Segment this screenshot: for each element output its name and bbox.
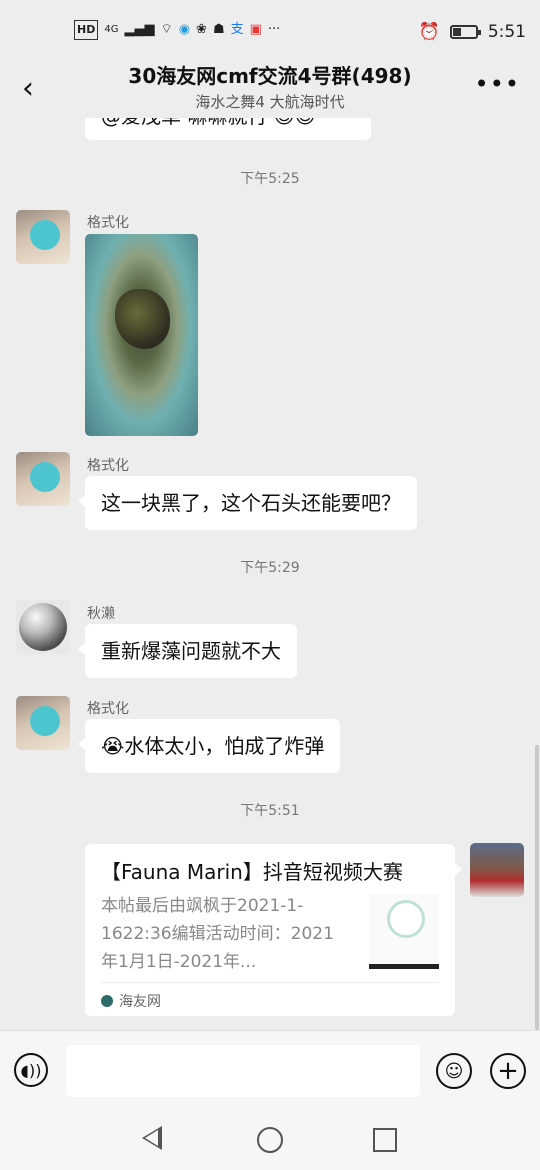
more-button[interactable]: ••• bbox=[475, 70, 520, 98]
chat-title: 30海友网cmf交流4号群(498) bbox=[128, 64, 412, 88]
system-nav-bar bbox=[0, 1110, 540, 1170]
timestamp: 下午5:51 bbox=[240, 803, 300, 819]
my-avatar[interactable] bbox=[470, 843, 524, 897]
network-label: 4G bbox=[104, 24, 119, 35]
card-divider bbox=[101, 982, 439, 983]
nav-recent-icon[interactable] bbox=[373, 1128, 397, 1152]
battery-icon bbox=[449, 25, 481, 39]
avatar[interactable] bbox=[16, 452, 70, 506]
sender-name: 秋濑 bbox=[87, 606, 115, 622]
message-text: @爱茂草 嘛嘛就行 😊😊 bbox=[101, 118, 315, 128]
avatar[interactable] bbox=[16, 696, 70, 750]
source-logo-icon bbox=[101, 995, 113, 1007]
message-input[interactable] bbox=[66, 1045, 420, 1097]
message-bubble[interactable]: 这一块黑了，这个石头还能要吧？ bbox=[78, 476, 417, 530]
emoji-button[interactable]: ☺ bbox=[436, 1053, 472, 1089]
nav-back-icon[interactable] bbox=[142, 1126, 162, 1150]
plus-icon: + bbox=[497, 1056, 519, 1086]
message-text: 这一块黑了，这个石头还能要吧？ bbox=[101, 491, 401, 515]
avatar[interactable] bbox=[16, 600, 70, 654]
message-text: 重新爆藻问题就不大 bbox=[101, 639, 281, 663]
message-bubble[interactable]: 重新爆藻问题就不大 bbox=[78, 624, 297, 678]
card-title: 【Fauna Marin】抖音短视频大赛 bbox=[101, 860, 403, 884]
message-bubble[interactable]: @爱茂草 嘛嘛就行 😊😊 bbox=[85, 118, 371, 140]
hd-label: HD bbox=[74, 20, 99, 40]
more-notifications-icon: ··· bbox=[267, 22, 281, 37]
plus-button[interactable]: + bbox=[490, 1053, 526, 1089]
wifi-icon: ⌔ bbox=[160, 22, 173, 37]
voice-button[interactable]: ◖)) bbox=[14, 1053, 48, 1087]
alipay-icon: 支 bbox=[230, 22, 244, 37]
status-left-icons: HD 4G ▂▄▆ ⌔ ◉ ❀ ☗ 支 ▣ ··· bbox=[74, 20, 280, 40]
chat-header: ‹ 30海友网cmf交流4号群(498) 海水之舞4 大航海时代 ••• bbox=[0, 58, 540, 118]
voice-icon: ◖)) bbox=[20, 1060, 42, 1080]
sender-name: 格式化 bbox=[87, 215, 129, 231]
avatar[interactable] bbox=[16, 210, 70, 264]
message-text: 😭水体太小，怕成了炸弹 bbox=[101, 734, 325, 758]
link-card[interactable]: 【Fauna Marin】抖音短视频大赛 本帖最后由飒枫于2021-1-1622… bbox=[85, 844, 462, 1016]
timestamp: 下午5:29 bbox=[240, 560, 300, 576]
message-image[interactable] bbox=[85, 234, 198, 436]
emoji-icon: ☺ bbox=[444, 1060, 464, 1082]
app-notification-icon: ❀ bbox=[196, 22, 207, 37]
status-bar: HD 4G ▂▄▆ ⌔ ◉ ❀ ☗ 支 ▣ ··· ⏰ 5:51 bbox=[0, 0, 540, 64]
card-description: 本帖最后由飒枫于2021-1-1622:36编辑活动时间：2021年1月1日-2… bbox=[101, 896, 334, 972]
clock: 5:51 bbox=[487, 22, 526, 42]
message-bubble[interactable]: 😭水体太小，怕成了炸弹 bbox=[77, 719, 341, 773]
card-source-label: 海友网 bbox=[119, 994, 161, 1010]
chat-message-list[interactable]: @爱茂草 嘛嘛就行 😊😊 下午5:25 格式化 格式化 这一块黑了，这个石头还能… bbox=[0, 118, 540, 1030]
card-thumbnail bbox=[369, 894, 439, 969]
app-notification-icon: ▣ bbox=[249, 22, 262, 37]
status-right-icons: ⏰ 5:51 bbox=[419, 22, 526, 42]
alarm-icon: ⏰ bbox=[418, 22, 440, 42]
input-bar: ◖)) ☺ + bbox=[0, 1030, 540, 1111]
signal-icon: ▂▄▆ bbox=[124, 22, 155, 37]
qq-icon: ☗ bbox=[212, 22, 225, 37]
app-notification-icon: ◉ bbox=[178, 22, 191, 37]
scrollbar[interactable] bbox=[535, 745, 539, 1030]
card-source: 海友网 bbox=[101, 991, 161, 1011]
sender-name: 格式化 bbox=[87, 701, 129, 717]
nav-home-icon[interactable] bbox=[257, 1127, 283, 1153]
more-dots-icon: ••• bbox=[474, 70, 520, 98]
timestamp: 下午5:25 bbox=[240, 171, 300, 187]
chat-subtitle: 海水之舞4 大航海时代 bbox=[195, 93, 345, 111]
sender-name: 格式化 bbox=[87, 458, 129, 474]
